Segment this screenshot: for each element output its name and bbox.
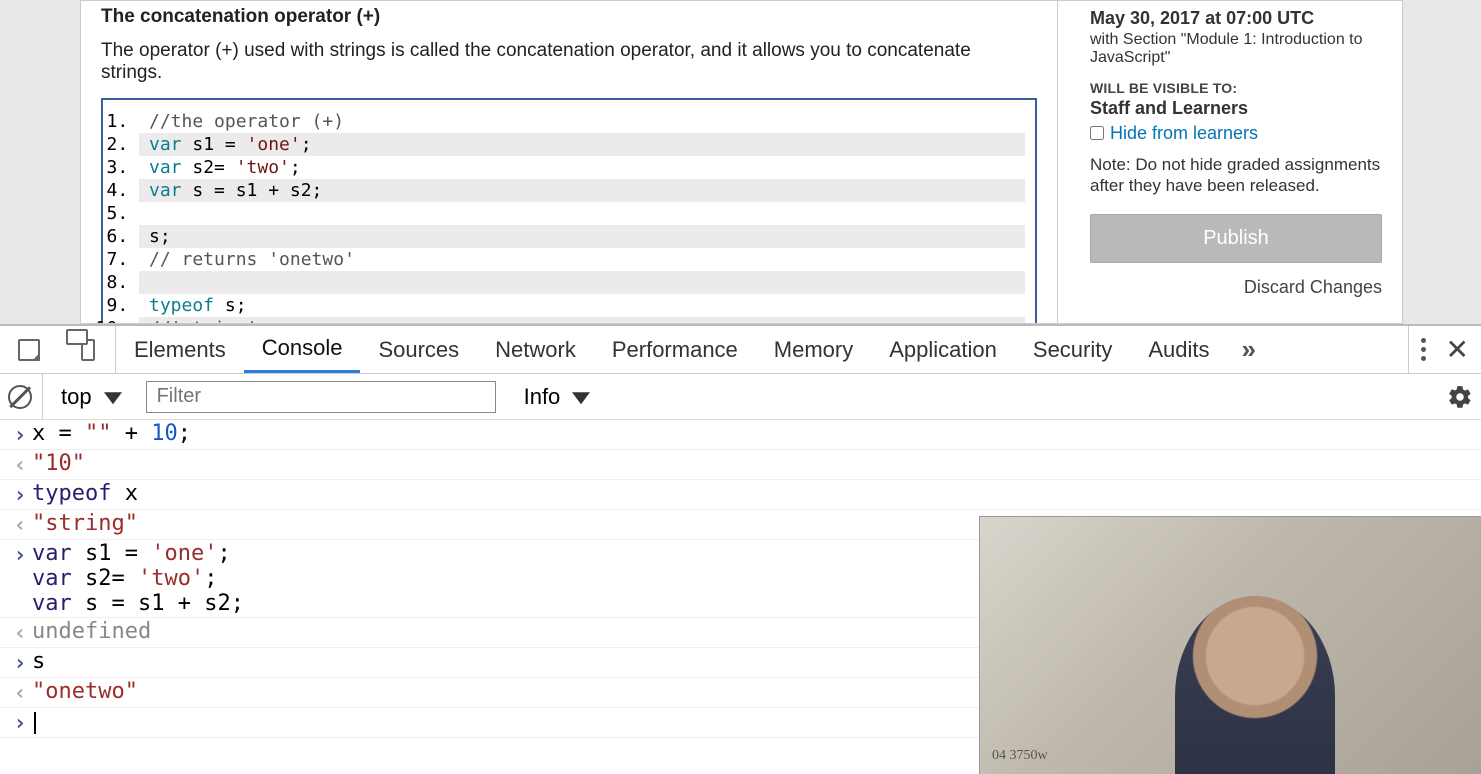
output-caret-icon: ‹ [8,511,32,538]
chevron-down-icon [572,392,590,404]
whiteboard-text: 04 3750w [992,748,1048,764]
tab-console[interactable]: Console [244,326,361,373]
output-caret-icon: ‹ [8,679,32,706]
tab-security[interactable]: Security [1015,326,1130,373]
webcam-overlay: 04 3750w [979,516,1481,774]
publish-sidebar: May 30, 2017 at 07:00 UTC with Section "… [1058,0,1403,324]
filter-input[interactable] [146,381,496,413]
input-caret-icon: › [8,541,32,568]
input-caret-icon: › [8,709,32,736]
release-date: May 30, 2017 at 07:00 UTC [1090,8,1382,29]
console-result: ‹"10" [0,450,1481,480]
console-input: ›x = "" + 10; [0,420,1481,450]
discard-changes-link[interactable]: Discard Changes [1090,277,1382,298]
publish-button[interactable]: Publish [1090,214,1382,263]
devtools-menu-icon[interactable] [1421,338,1426,361]
section-heading: The concatenation operator (+) [101,6,1037,28]
clear-console-icon[interactable] [8,385,32,409]
tab-audits[interactable]: Audits [1130,326,1227,373]
inspect-element-icon[interactable] [0,326,58,373]
section-paragraph: The operator (+) used with strings is ca… [101,40,1037,84]
tab-application[interactable]: Application [871,326,1015,373]
lesson-content: The concatenation operator (+) The opera… [80,0,1058,324]
log-level-value: Info [524,384,561,410]
log-level-selector[interactable]: Info [506,374,605,419]
hide-from-learners-link[interactable]: Hide from learners [1110,123,1258,144]
toggle-device-icon[interactable] [58,326,116,373]
devtools-tabbar: ElementsConsoleSourcesNetworkPerformance… [0,326,1481,374]
console-input: ›typeof x [0,480,1481,510]
code-line: s; [149,225,1025,248]
tab-performance[interactable]: Performance [594,326,756,373]
chevron-down-icon [104,392,122,404]
console-toolbar: top Info [0,374,1481,420]
input-caret-icon: › [8,421,32,448]
tab-memory[interactable]: Memory [756,326,871,373]
tab-sources[interactable]: Sources [360,326,477,373]
tab-network[interactable]: Network [477,326,594,373]
context-selector[interactable]: top [42,374,136,419]
gear-icon[interactable] [1447,384,1473,410]
output-caret-icon: ‹ [8,451,32,478]
context-value: top [61,384,92,410]
hide-from-learners-checkbox[interactable] [1090,126,1104,140]
code-line: //the operator (+) [149,111,344,132]
close-icon[interactable]: ✕ [1446,333,1469,366]
code-listing[interactable]: //the operator (+) var s1 = 'one'; var s… [101,98,1037,324]
input-caret-icon: › [8,481,32,508]
hide-note: Note: Do not hide graded assignments aft… [1090,154,1382,197]
input-caret-icon: › [8,649,32,676]
visible-to-label: WILL BE VISIBLE TO: [1090,80,1382,96]
output-caret-icon: ‹ [8,619,32,646]
tabs-overflow-icon[interactable]: » [1228,326,1270,373]
visible-to-value: Staff and Learners [1090,98,1382,119]
code-line: // returns 'onetwo' [149,249,355,270]
tab-elements[interactable]: Elements [116,326,244,373]
release-subtitle: with Section "Module 1: Introduction to … [1090,31,1382,68]
